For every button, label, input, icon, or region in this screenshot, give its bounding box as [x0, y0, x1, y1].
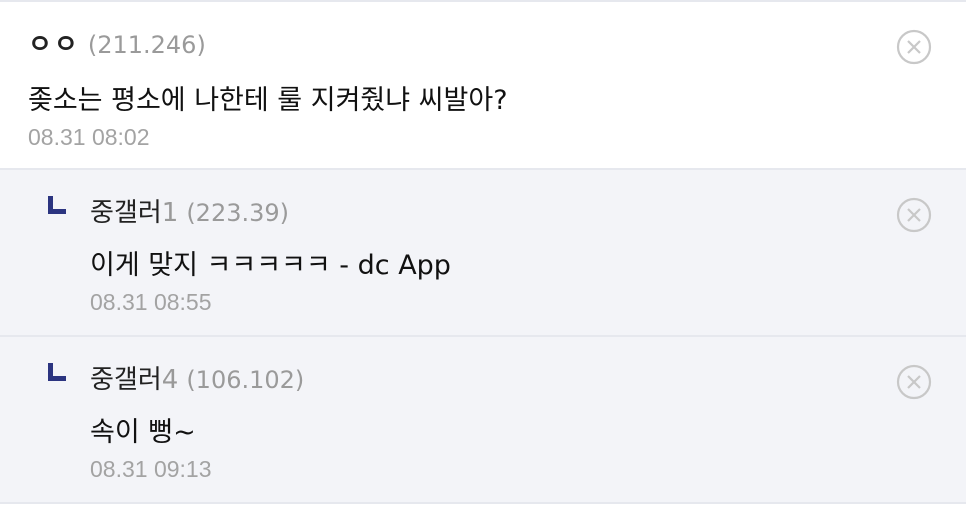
- comment-nickname-number: 1: [161, 198, 179, 228]
- reply-arrow-icon: [48, 363, 66, 381]
- comment-list: ㅇㅇ (211.246) 좆소는 평소에 나한테 룰 지켜줬냐 씨발아? 08.…: [0, 0, 966, 506]
- comment-nickname[interactable]: ㅇㅇ: [28, 24, 80, 61]
- comment-item: ㅇㅇ (211.246) 좆소는 평소에 나한테 룰 지켜줬냐 씨발아? 08.…: [0, 0, 966, 170]
- comment-ip: (106.102): [186, 366, 305, 394]
- comment-text: 좆소는 평소에 나한테 룰 지켜줬냐 씨발아?: [28, 85, 508, 116]
- comment-nickname[interactable]: 중갤러: [90, 192, 162, 229]
- comment-nickname-number: 4: [161, 365, 179, 395]
- delete-comment-button[interactable]: [896, 364, 932, 400]
- comment-ip: (223.39): [186, 199, 290, 227]
- reply-item: 중갤러 4 (106.102) 속이 뻥~ 08.31 09:13: [0, 337, 966, 504]
- comment-nickname[interactable]: 중갤러: [90, 359, 162, 396]
- reply-item: 중갤러 1 (223.39) 이게 맞지 ㅋㅋㅋㅋㅋ - dc App 08.31…: [0, 170, 966, 337]
- comment-date: 08.31 08:55: [90, 289, 212, 315]
- comment-text: 이게 맞지 ㅋㅋㅋㅋㅋ - dc App: [90, 250, 451, 281]
- delete-comment-button[interactable]: [896, 197, 932, 233]
- comment-header: ㅇㅇ (211.246): [28, 24, 206, 60]
- delete-comment-button[interactable]: [896, 29, 932, 65]
- comment-header: 중갤러 1 (223.39): [90, 192, 289, 228]
- comment-ip: (211.246): [87, 31, 206, 59]
- circle-x-icon: [896, 29, 932, 65]
- comment-date: 08.31 08:02: [28, 124, 150, 150]
- comment-text: 속이 뻥~: [90, 417, 196, 448]
- reply-arrow-icon: [48, 196, 66, 214]
- circle-x-icon: [896, 197, 932, 233]
- comment-header: 중갤러 4 (106.102): [90, 359, 304, 395]
- circle-x-icon: [896, 364, 932, 400]
- comment-date: 08.31 09:13: [90, 456, 212, 482]
